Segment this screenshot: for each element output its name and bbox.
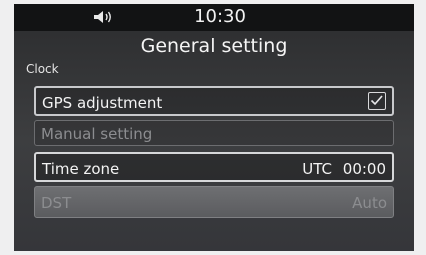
speaker-icon <box>94 11 111 23</box>
dst-label: DST <box>41 194 72 212</box>
gps-adjustment-label: GPS adjustment <box>42 94 163 112</box>
infotainment-screen: 10:30 General setting Clock GPS adjustme… <box>14 4 414 251</box>
status-clock: 10:30 <box>194 6 246 27</box>
checkmark-icon <box>370 95 383 106</box>
time-zone-label: Time zone <box>42 160 120 178</box>
manual-setting-row[interactable]: Manual setting <box>34 120 394 146</box>
dst-row[interactable]: DST Auto <box>34 186 394 218</box>
page-title: General setting <box>140 35 288 57</box>
section-label-clock: Clock <box>26 62 59 76</box>
status-bar: 10:30 <box>14 4 414 31</box>
manual-setting-label: Manual setting <box>41 125 153 143</box>
time-zone-value: UTC 00:00 <box>302 160 386 178</box>
dst-value: Auto <box>352 194 387 212</box>
gps-adjustment-row[interactable]: GPS adjustment <box>34 86 394 116</box>
time-zone-row[interactable]: Time zone UTC 00:00 <box>34 152 394 182</box>
gps-adjustment-checkbox[interactable] <box>368 92 386 110</box>
